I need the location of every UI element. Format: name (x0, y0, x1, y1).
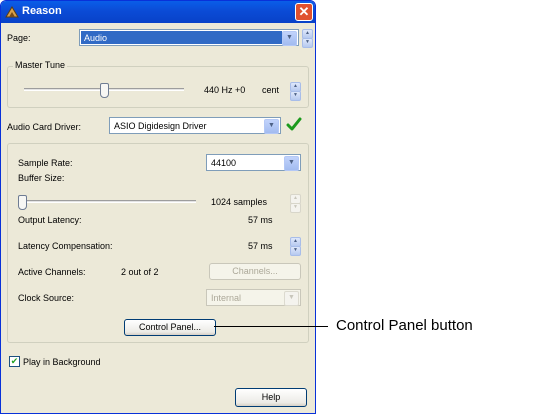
play-in-background-label: Play in Background (23, 357, 101, 367)
chevron-down-icon: ▼ (284, 291, 299, 306)
master-tune-value: 440 Hz +0 (204, 85, 246, 95)
spin-down-icon[interactable]: ▼ (290, 91, 301, 101)
window-title: Reason (22, 5, 62, 17)
callout-label: Control Panel button (336, 317, 473, 334)
output-latency-label: Output Latency: (18, 215, 82, 225)
buffer-size-value: 1024 samples (211, 197, 268, 207)
latency-compensation-spinner[interactable]: ▲ ▼ (290, 237, 301, 256)
reason-app-icon (5, 5, 19, 19)
buffer-size-spinner: ▲ ▼ (290, 194, 301, 213)
page-select[interactable]: Audio ▼ (79, 29, 299, 46)
page-spinner[interactable]: ▲ ▼ (302, 29, 313, 48)
help-button[interactable]: Help (235, 388, 307, 407)
audio-card-driver-label: Audio Card Driver: (7, 122, 82, 132)
chevron-down-icon[interactable]: ▼ (284, 156, 299, 171)
page-select-value: Audio (84, 33, 108, 43)
clock-source-select: Internal ▼ (206, 289, 301, 306)
output-latency-value: 57 ms (248, 215, 273, 225)
audio-card-driver-value: ASIO Digidesign Driver (114, 121, 207, 131)
buffer-size-label: Buffer Size: (18, 173, 65, 183)
page-label: Page: (7, 33, 31, 43)
latency-compensation-label: Latency Compensation: (18, 241, 113, 251)
buffer-size-slider-track[interactable] (18, 200, 196, 203)
callout-leader-line (214, 326, 308, 327)
close-icon[interactable]: ✕ (295, 3, 313, 21)
control-panel-button[interactable]: Control Panel... (124, 319, 216, 336)
active-channels-label: Active Channels: (18, 267, 86, 277)
green-checkmark-icon (286, 116, 302, 132)
chevron-down-icon[interactable]: ▼ (282, 31, 297, 46)
sample-rate-label: Sample Rate: (18, 158, 73, 168)
spin-down-icon: ▼ (290, 203, 301, 213)
chevron-down-icon[interactable]: ▼ (264, 119, 279, 134)
master-tune-legend: Master Tune (13, 60, 68, 70)
clock-source-label: Clock Source: (18, 293, 75, 303)
master-tune-spinner[interactable]: ▲ ▼ (290, 82, 301, 101)
latency-compensation-value: 57 ms (248, 241, 273, 251)
master-tune-slider-thumb[interactable] (99, 83, 109, 98)
callout-leader-line (308, 326, 328, 327)
reason-preferences-window: Reason ✕ Page: Audio ▼ ▲ ▼ Master Tune 4… (0, 0, 316, 414)
active-channels-value: 2 out of 2 (121, 267, 159, 277)
spin-down-icon[interactable]: ▼ (290, 246, 301, 256)
audio-card-driver-select[interactable]: ASIO Digidesign Driver ▼ (109, 117, 281, 134)
master-tune-unit: cent (262, 85, 280, 95)
page-select-highlight (81, 31, 282, 44)
clock-source-value: Internal (211, 293, 242, 303)
buffer-size-slider-thumb[interactable] (18, 195, 27, 210)
play-in-background-checkbox[interactable]: ✔ (9, 356, 20, 367)
sample-rate-select[interactable]: 44100 ▼ (206, 154, 301, 171)
sample-rate-value: 44100 (211, 158, 237, 168)
channels-button: Channels... (209, 263, 301, 280)
spin-down-icon[interactable]: ▼ (302, 38, 313, 48)
title-bar[interactable]: Reason ✕ (1, 1, 315, 23)
